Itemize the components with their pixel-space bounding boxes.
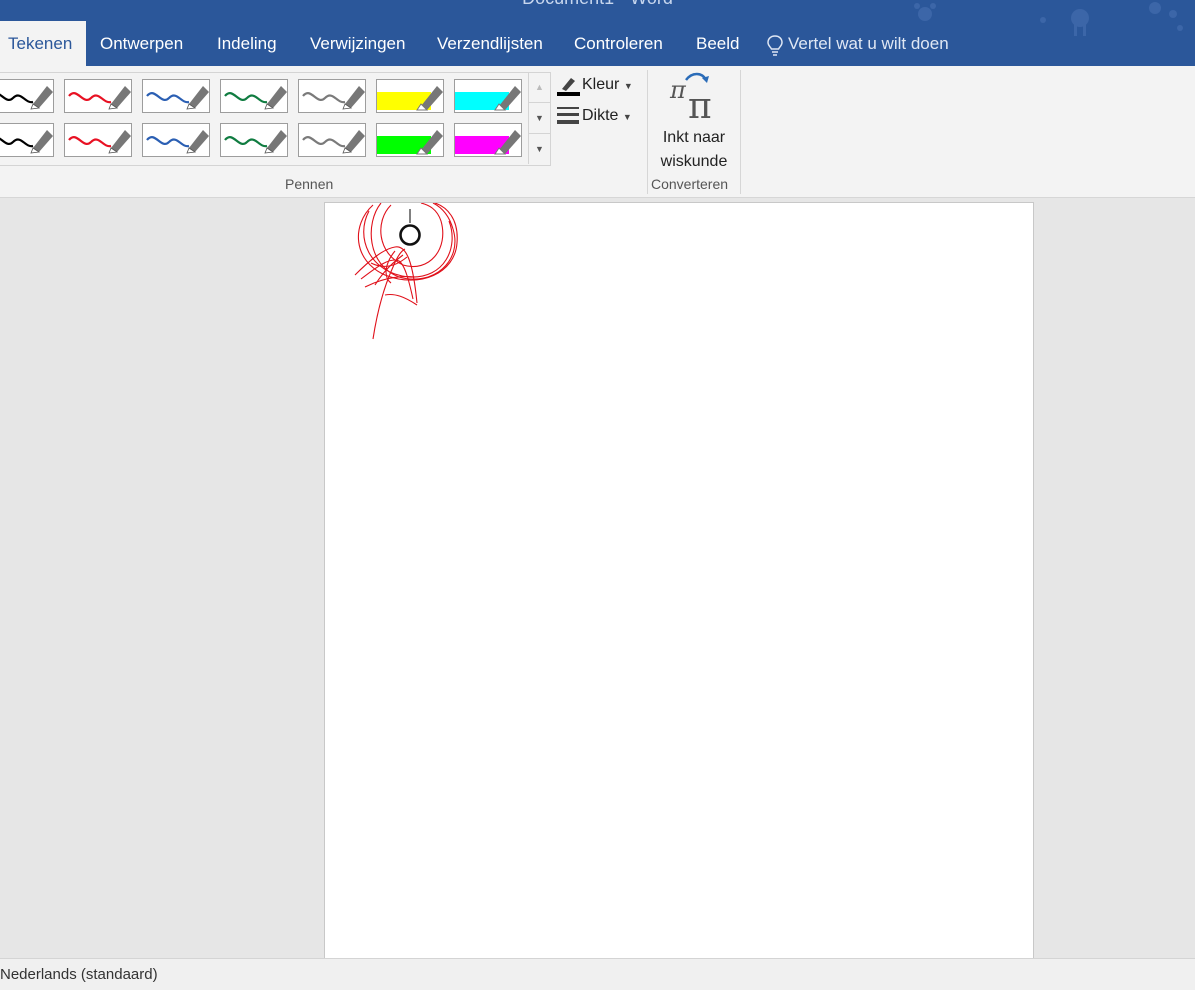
- thickness-button[interactable]: Dikte ▼: [556, 104, 632, 128]
- pen-icon: [146, 130, 209, 154]
- lightbulb-icon: [767, 34, 783, 56]
- pen-swatch[interactable]: [454, 79, 522, 113]
- group-separator: [740, 70, 741, 194]
- pen-icon: [0, 130, 53, 154]
- tab-verwijzingen[interactable]: Verwijzingen: [296, 21, 419, 66]
- color-button[interactable]: Kleur ▼: [556, 73, 633, 97]
- pen-swatch[interactable]: [0, 123, 54, 157]
- title-bar: Document1 - Word Tekenen Ontwerpen Indel…: [0, 0, 1195, 66]
- tab-ontwerpen[interactable]: Ontwerpen: [86, 21, 197, 66]
- color-label: Kleur: [582, 76, 620, 94]
- pen-icon: [224, 130, 287, 154]
- pen-swatch[interactable]: [376, 79, 444, 113]
- convert-group-label: Converteren: [651, 176, 729, 192]
- pen-icon: [224, 86, 287, 110]
- chevron-down-icon: ▼: [622, 112, 632, 123]
- language-status[interactable]: Nederlands (standaard): [0, 959, 158, 990]
- pen-swatch[interactable]: [0, 79, 54, 113]
- pen-icon: [0, 86, 53, 110]
- tab-beeld[interactable]: Beeld: [682, 21, 753, 66]
- pen-swatch[interactable]: [220, 79, 288, 113]
- pen-icon: [146, 86, 209, 110]
- thickness-icon: [557, 107, 579, 124]
- ink-to-math-line2: wiskunde: [660, 153, 728, 170]
- svg-text:π: π: [669, 76, 687, 104]
- pen-swatch[interactable]: [220, 123, 288, 157]
- tab-verzendlijsten[interactable]: Verzendlijsten: [423, 21, 557, 66]
- ink-to-math-label: Inkt naar wiskunde: [648, 126, 740, 174]
- ink-to-math-button[interactable]: π π Inkt naar wiskunde: [648, 70, 740, 170]
- gallery-more-button[interactable]: ▼: [529, 134, 550, 164]
- pen-icon: [302, 130, 365, 154]
- ribbon: ▲ ▼ ▼ Kleur ▼ Dikte ▼ Pennen π π Inkt na…: [0, 66, 1195, 198]
- tab-tekenen[interactable]: Tekenen: [0, 21, 87, 66]
- tab-indeling[interactable]: Indeling: [203, 21, 291, 66]
- pen-icon: [68, 86, 131, 110]
- pen-swatch[interactable]: [64, 79, 132, 113]
- pen-icon: [68, 130, 131, 154]
- thickness-label: Dikte: [582, 107, 619, 125]
- pen-swatch[interactable]: [64, 123, 132, 157]
- highlighter-icon: [377, 130, 443, 155]
- status-bar: Nederlands (standaard): [0, 958, 1195, 990]
- svg-text:π: π: [688, 86, 712, 122]
- pen-swatch[interactable]: [142, 79, 210, 113]
- highlighter-icon: [455, 130, 521, 155]
- highlighter-icon: [455, 86, 521, 111]
- pen-swatch[interactable]: [454, 123, 522, 157]
- tell-me-search[interactable]: Vertel wat u wilt doen: [766, 21, 949, 66]
- ink-drawing: [354, 203, 458, 340]
- color-brush-icon: [557, 78, 580, 96]
- gallery-up-button[interactable]: ▲: [529, 72, 550, 103]
- tab-controleren[interactable]: Controleren: [560, 21, 677, 66]
- pen-swatch[interactable]: [376, 123, 444, 157]
- gallery-down-button[interactable]: ▼: [529, 103, 550, 134]
- ink-to-math-line1: Inkt naar: [662, 129, 726, 146]
- pen-swatch[interactable]: [298, 79, 366, 113]
- pen-gallery-scroll: ▲ ▼ ▼: [528, 72, 550, 164]
- chevron-down-icon: ▼: [623, 81, 633, 92]
- pen-icon: [302, 86, 365, 110]
- pen-swatch[interactable]: [298, 123, 366, 157]
- tell-me-label: Vertel wat u wilt doen: [788, 34, 949, 53]
- pen-swatch[interactable]: [142, 123, 210, 157]
- pens-group-label: Pennen: [285, 176, 334, 192]
- pi-convert-icon: π π: [669, 72, 712, 127]
- highlighter-icon: [377, 86, 443, 111]
- pen-gallery: [0, 72, 551, 166]
- document-page[interactable]: [324, 202, 1034, 962]
